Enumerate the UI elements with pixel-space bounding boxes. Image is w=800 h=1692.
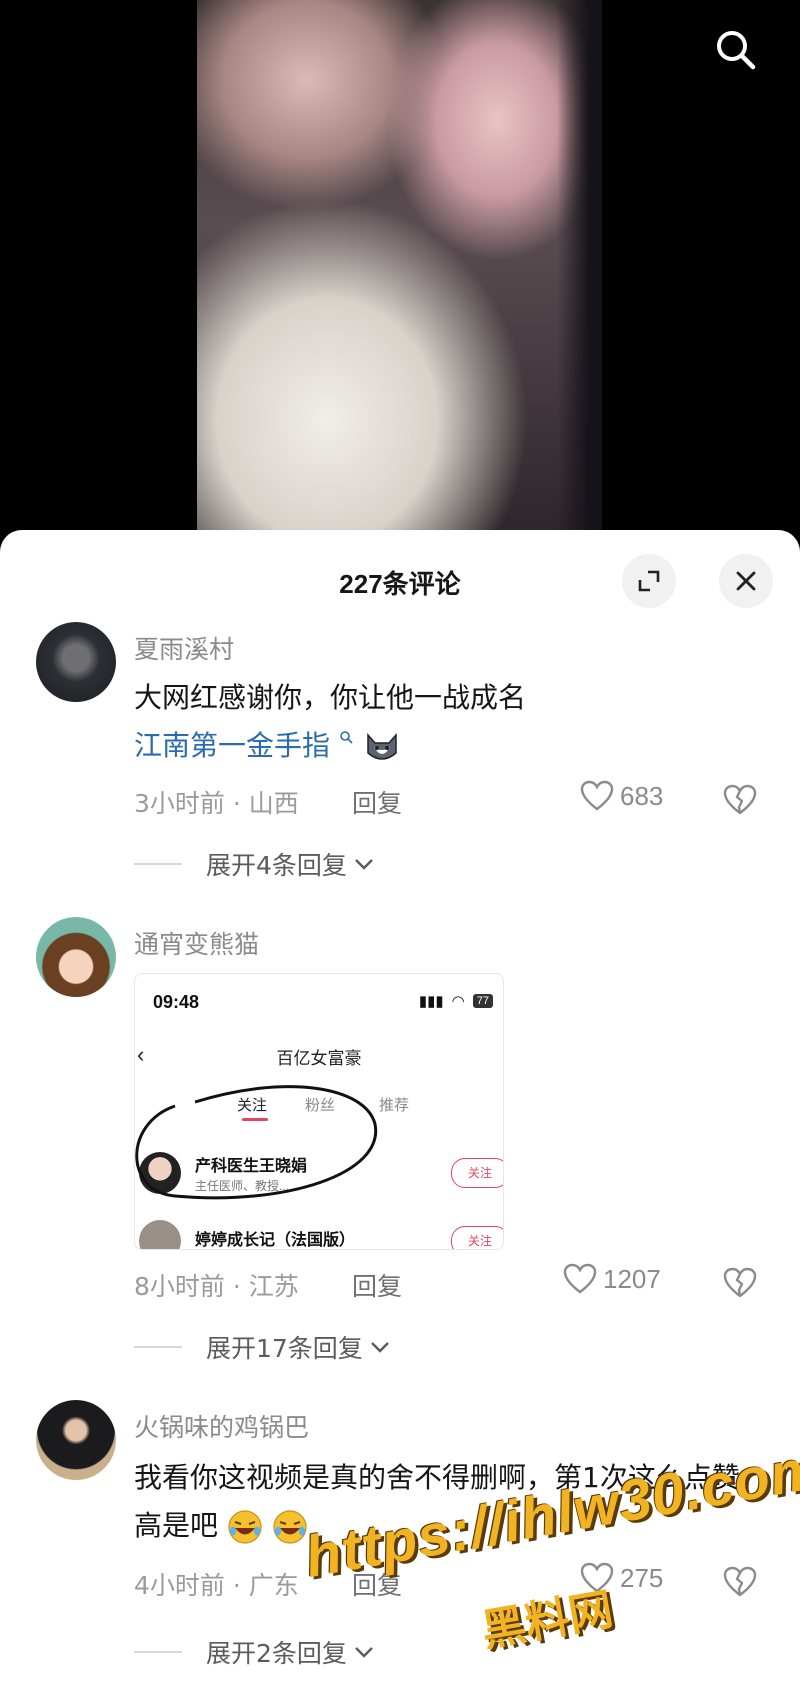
comment-username[interactable]: 火锅味的鸡锅巴 [134, 1408, 309, 1444]
chevron-down-icon [355, 859, 373, 870]
broken-heart-icon[interactable] [722, 1564, 758, 1600]
expand-divider [134, 1346, 182, 1348]
search-button[interactable] [708, 22, 764, 78]
broken-heart-icon[interactable] [722, 1265, 758, 1301]
search-icon [717, 31, 756, 70]
expand-icon [638, 570, 660, 592]
video-player[interactable] [0, 0, 800, 560]
chevron-down-icon [370, 1342, 389, 1353]
video-frame[interactable] [197, 0, 602, 560]
comment-text: 大网红感谢你，你让他一战成名 江南第一金手指 [134, 674, 760, 770]
close-button[interactable] [719, 554, 773, 608]
avatar[interactable] [36, 1400, 116, 1480]
reply-button[interactable]: 回复 [352, 784, 402, 820]
video-hair-shade [557, 0, 602, 560]
comment-username[interactable]: 夏雨溪村 [134, 630, 234, 666]
comment-text-line: 大网红感谢你，你让他一战成名 [134, 681, 527, 714]
laughing-emoji-icon [228, 1510, 262, 1544]
comment-sheet-header: 227条评论 [0, 530, 800, 626]
like-button[interactable]: 683 [580, 780, 663, 812]
reply-button[interactable]: 回复 [352, 1267, 402, 1303]
chevron-down-icon [355, 1647, 373, 1658]
comment-meta: 8小时前 · 江苏 [134, 1272, 299, 1301]
like-count: 683 [620, 780, 664, 811]
like-count: 1207 [603, 1263, 661, 1294]
comment-meta: 3小时前 · 山西 [134, 789, 299, 818]
avatar[interactable] [36, 917, 116, 997]
search-small-icon [340, 731, 353, 744]
comment-image[interactable]: 09:48 ▮▮▮ ◠ 77 ‹ 百亿女富豪 关注 粉丝 推荐 产科医生王晓娟 … [134, 973, 504, 1250]
avatar[interactable] [36, 622, 116, 702]
expand-replies-label: 展开2条回复 [206, 1639, 347, 1668]
expand-divider [134, 863, 182, 865]
expand-button[interactable] [622, 554, 676, 608]
comment-username[interactable]: 通宵变熊猫 [134, 925, 259, 961]
broken-heart-icon[interactable] [722, 782, 758, 818]
expand-replies-label: 展开17条回复 [206, 1334, 363, 1363]
comment-count-title: 227条评论 [339, 569, 461, 599]
image-circle-annotation [135, 1085, 378, 1200]
close-icon [736, 571, 756, 591]
heart-icon [580, 780, 614, 811]
like-count: 275 [620, 1562, 664, 1593]
expand-divider [134, 1651, 182, 1653]
expand-replies-label: 展开4条回复 [206, 851, 347, 880]
search-link[interactable]: 江南第一金手指 [134, 729, 330, 762]
expand-replies-button[interactable]: 展开2条回复 [134, 1634, 375, 1670]
husky-emoji-icon [367, 733, 397, 760]
expand-replies-button[interactable]: 展开17条回复 [134, 1329, 391, 1365]
heart-icon [563, 1263, 597, 1294]
expand-replies-button[interactable]: 展开4条回复 [134, 846, 375, 882]
comment-meta: 4小时前 · 广东 [134, 1571, 299, 1600]
comment-link-line: 江南第一金手指 [134, 722, 760, 770]
like-button[interactable]: 1207 [563, 1263, 661, 1295]
